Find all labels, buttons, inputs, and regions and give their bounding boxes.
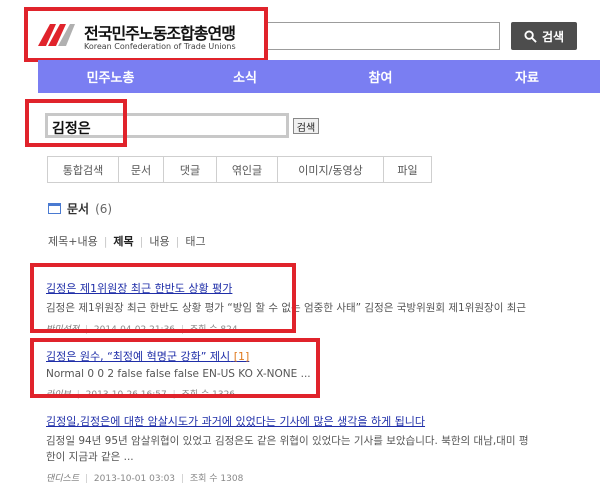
- nav-item-participation[interactable]: 참여: [307, 60, 454, 93]
- result-item: 김정일,김정은에 대한 암살시도가 과거에 있었다는 기사에 많은 생각을 하게…: [46, 413, 600, 484]
- section-count: (6): [95, 201, 113, 216]
- meta-divider: |: [180, 474, 184, 484]
- result-snippet-continued: 한이 지금과 같은 ...: [46, 451, 134, 463]
- result-date: 2013-10-01 03:03: [93, 474, 176, 484]
- tab-files[interactable]: 파일: [384, 157, 431, 182]
- result-views: 1308: [220, 474, 244, 484]
- top-search-input[interactable]: [268, 22, 500, 50]
- filter-divider: |: [175, 234, 180, 248]
- documents-section-header: 문서 (6): [48, 200, 112, 217]
- brand-title: 전국민주노동조합총연맹: [84, 24, 236, 43]
- search-icon: [524, 29, 537, 43]
- tab-all[interactable]: 통합검색: [48, 157, 119, 182]
- result-2-highlight-box: [30, 338, 320, 398]
- document-icon: [48, 203, 61, 214]
- top-search-button-label: 검색: [541, 29, 565, 44]
- result-snippet: 김정일 94년 95년 암살위협이 있었고 김정은도 같은 위협이 있었다는 기…: [46, 435, 529, 447]
- search-scope-filters: 제목+내용 | 제목 | 내용 | 태그: [48, 233, 206, 249]
- section-title: 문서: [67, 202, 90, 216]
- meta-divider: |: [85, 474, 89, 484]
- filter-title[interactable]: 제목: [113, 233, 133, 249]
- result-title-link[interactable]: 김정일,김정은에 대한 암살시도가 과거에 있었다는 기사에 많은 생각을 하게…: [46, 413, 600, 429]
- filter-content[interactable]: 내용: [149, 233, 169, 249]
- tab-documents[interactable]: 문서: [119, 157, 164, 182]
- tab-images-videos[interactable]: 이미지/동영상: [278, 157, 384, 182]
- result-meta: 댄디스트 | 2013-10-01 03:03 | 조회 수 1308: [46, 471, 600, 484]
- result-author[interactable]: 댄디스트: [46, 474, 79, 484]
- kctu-logo-icon: [38, 24, 75, 46]
- tab-comments[interactable]: 댓글: [164, 157, 217, 182]
- result-views-label: 조회 수: [189, 474, 218, 484]
- result-title[interactable]: 김정일,김정은에 대한 암살시도가 과거에 있었다는 기사에 많은 생각을 하게…: [46, 415, 425, 428]
- main-nav: 민주노총 소식 참여 자료: [38, 60, 600, 93]
- brand-subtitle: Korean Confederation of Trade Unions: [84, 42, 236, 51]
- result-1-highlight-box: [30, 263, 296, 333]
- tab-trackbacks[interactable]: 엮인글: [217, 157, 278, 182]
- nav-item-news[interactable]: 소식: [183, 60, 307, 93]
- nav-item-kctu[interactable]: 민주노총: [38, 60, 183, 93]
- top-search-button[interactable]: 검색: [511, 22, 577, 50]
- query-search-button[interactable]: 검색: [293, 118, 319, 134]
- filter-title-content[interactable]: 제목+내용: [48, 233, 98, 249]
- logo-highlight-box[interactable]: 전국민주노동조합총연맹 Korean Confederation of Trad…: [24, 7, 268, 62]
- search-tabs: 통합검색 문서 댓글 엮인글 이미지/동영상 파일: [47, 156, 432, 183]
- filter-divider: |: [139, 234, 144, 248]
- nav-item-resources[interactable]: 자료: [454, 60, 600, 93]
- filter-divider: |: [103, 234, 108, 248]
- query-highlight-box: [25, 99, 127, 147]
- filter-tag[interactable]: 태그: [185, 233, 205, 249]
